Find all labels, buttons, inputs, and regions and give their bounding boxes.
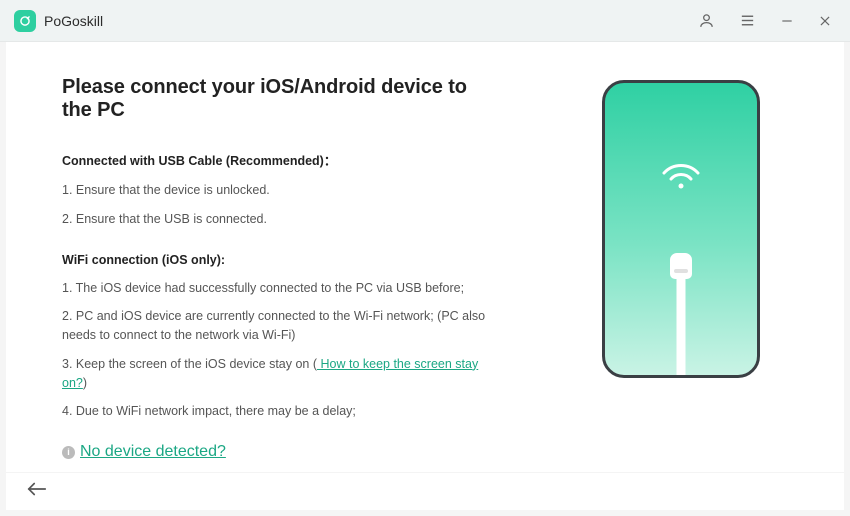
wifi-icon: [661, 161, 701, 196]
brand: PoGoskill: [14, 10, 103, 32]
minimize-button[interactable]: [780, 14, 794, 28]
back-button[interactable]: [26, 481, 48, 502]
page-title: Please connect your iOS/Android device t…: [62, 76, 502, 122]
wifi-step: 1. The iOS device had successfully conne…: [62, 279, 502, 298]
wifi-step: 3. Keep the screen of the iOS device sta…: [62, 355, 502, 393]
usb-section-title: Connected with USB Cable (Recommended)：: [62, 150, 502, 169]
usb-step: 1. Ensure that the device is unlocked.: [62, 181, 502, 200]
wifi-step: 2. PC and iOS device are currently conne…: [62, 307, 502, 345]
account-icon[interactable]: [698, 12, 715, 29]
phone-icon: [602, 80, 760, 378]
wifi-step3-suffix: ): [83, 376, 87, 390]
cable-cord-icon: [677, 279, 686, 375]
no-device-link[interactable]: No device detected?: [80, 443, 226, 461]
footer-bar: [6, 472, 844, 510]
phone-illustration: [566, 76, 796, 472]
menu-icon[interactable]: [739, 12, 756, 29]
titlebar: PoGoskill: [0, 0, 850, 42]
info-icon: i: [62, 446, 75, 459]
wifi-section-title: WiFi connection (iOS only):: [62, 253, 502, 267]
usb-step: 2. Ensure that the USB is connected.: [62, 210, 502, 229]
app-logo-icon: [14, 10, 36, 32]
wifi-step3-prefix: 3. Keep the screen of the iOS device sta…: [62, 357, 317, 371]
close-button[interactable]: [818, 14, 832, 28]
main-content: Please connect your iOS/Android device t…: [6, 42, 844, 472]
cable-icon: [670, 253, 692, 279]
brand-name: PoGoskill: [44, 13, 103, 29]
instructions-panel: Please connect your iOS/Android device t…: [62, 76, 502, 472]
no-device-row: i No device detected?: [62, 443, 502, 461]
window-controls: [698, 12, 832, 29]
wifi-step: 4. Due to WiFi network impact, there may…: [62, 402, 502, 421]
